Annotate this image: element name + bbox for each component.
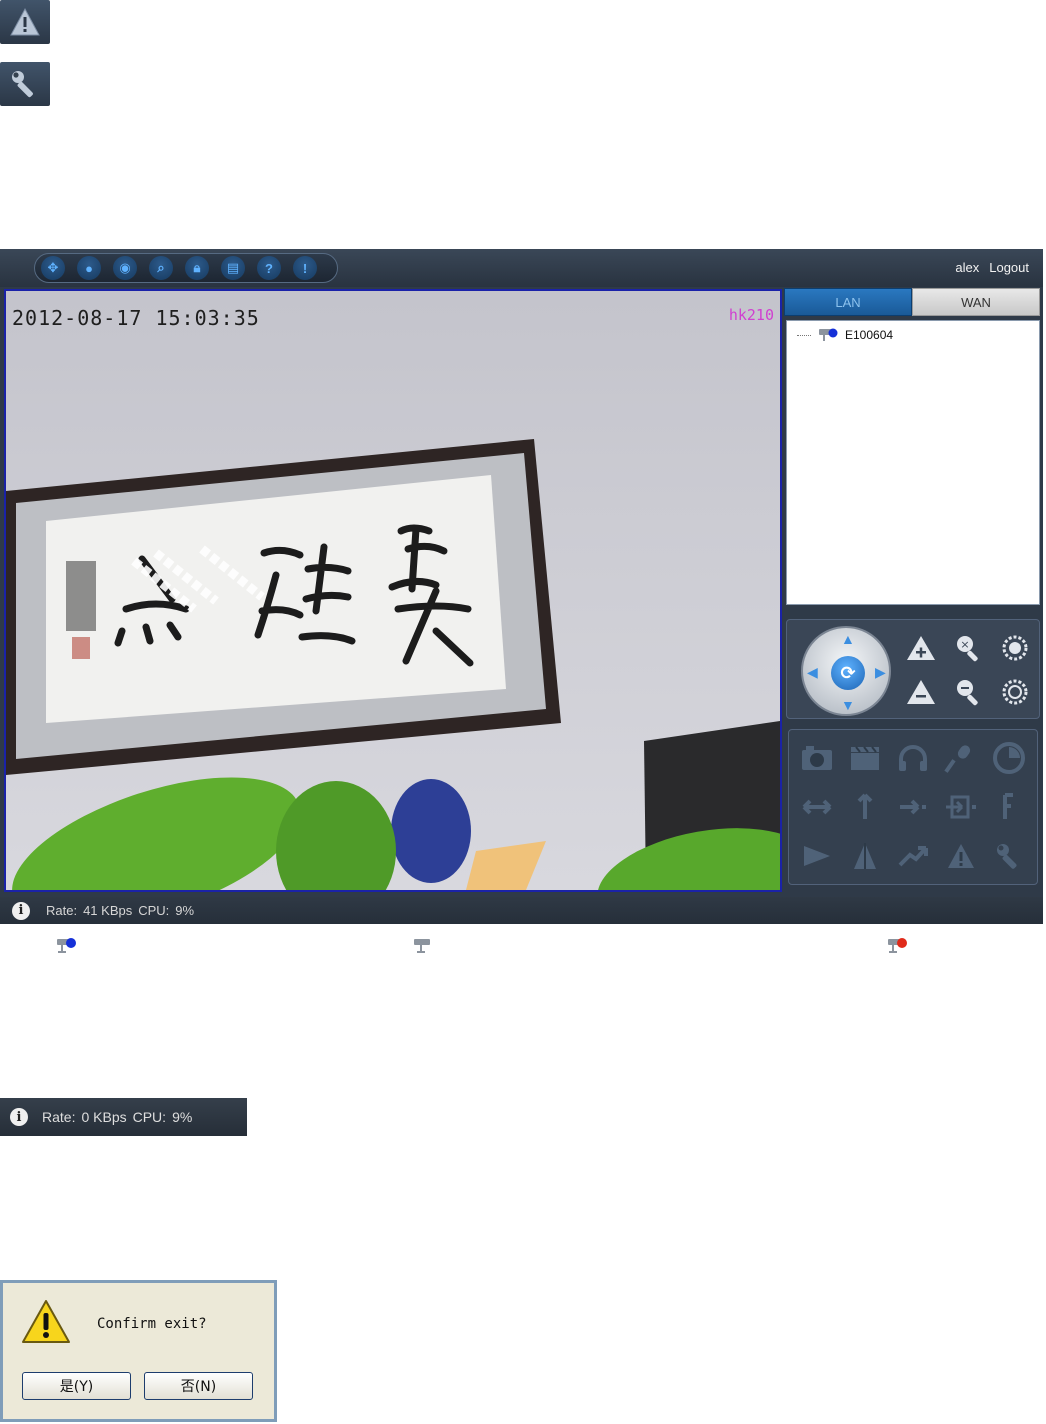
- storage-icon[interactable]: ▤: [221, 256, 245, 280]
- warning-icon: [10, 7, 40, 36]
- viewer-window: ✥ ● ◉ ⌕ 🔒︎ ▤ ? ! alex Logout 2012-08-17 …: [0, 249, 1043, 924]
- sun-filled-icon: [1002, 635, 1028, 661]
- top-toolbar: ✥ ● ◉ ⌕ 🔒︎ ▤ ? ! alex Logout: [0, 249, 1043, 287]
- cpu-label: CPU:: [138, 903, 170, 918]
- device-item[interactable]: E100604: [797, 326, 893, 344]
- rate-value: 0 KBps: [81, 1109, 127, 1125]
- headphones-icon[interactable]: [889, 734, 937, 783]
- tab-lan[interactable]: LAN: [784, 288, 912, 316]
- wrench-icon: [12, 71, 33, 98]
- status-bar-idle: i Rate: 0 KBps CPU: 9%: [0, 1098, 247, 1136]
- horizontal-scan-icon[interactable]: [793, 783, 841, 832]
- ptz-dial: ▲ ▼ ◀ ▶ ⟳: [801, 626, 891, 716]
- camera-icon[interactable]: [793, 734, 841, 783]
- settings-wrench-icon[interactable]: [985, 831, 1033, 880]
- ptz-down-icon[interactable]: ▼: [841, 698, 855, 712]
- focus-minus-button[interactable]: [903, 674, 939, 710]
- confirm-exit-dialog: Confirm exit? 是(Y) 否(N): [0, 1280, 277, 1422]
- cpu-value: 9%: [172, 1109, 193, 1125]
- fullscreen-icon[interactable]: ✥: [41, 256, 65, 280]
- brightness-plus-button[interactable]: [997, 630, 1033, 666]
- video-view[interactable]: 2012-08-17 15:03:35 hk210: [4, 289, 782, 892]
- rate-label: Rate:: [42, 1109, 76, 1125]
- about-icon[interactable]: !: [293, 256, 317, 280]
- network-tabs: LAN WAN: [784, 288, 1040, 316]
- ptz-up-icon[interactable]: ▲: [841, 632, 855, 646]
- ptz-control: ▲ ▼ ◀ ▶ ⟳ ×: [786, 619, 1040, 719]
- camera-offline-icon: [414, 939, 430, 953]
- ptz-right-icon[interactable]: ▶: [875, 665, 886, 679]
- dialog-message: Confirm exit?: [97, 1316, 207, 1332]
- toolbar-buttons: ✥ ● ◉ ⌕ 🔒︎ ▤ ? !: [34, 253, 338, 283]
- yes-button[interactable]: 是(Y): [22, 1372, 131, 1400]
- warning-icon: [22, 1300, 70, 1343]
- zoom-in-button[interactable]: ×: [951, 630, 987, 666]
- zoom-out-button[interactable]: [951, 674, 987, 710]
- lock-icon[interactable]: 🔒︎: [185, 256, 209, 280]
- zoom-out-icon: [957, 680, 978, 706]
- brightness-minus-button[interactable]: [997, 674, 1033, 710]
- timer-icon[interactable]: [985, 734, 1033, 783]
- auto-rotate-icon[interactable]: ⟳: [831, 656, 865, 690]
- info-icon[interactable]: i: [10, 1108, 28, 1126]
- trend-icon[interactable]: [889, 831, 937, 880]
- cpu-value: 9%: [175, 903, 195, 918]
- video-device-label: hk210: [728, 306, 774, 324]
- triangle-plus-icon: [907, 636, 935, 660]
- cpu-label: CPU:: [132, 1109, 167, 1125]
- camera-online-icon: [819, 328, 838, 341]
- triangle-minus-icon: [907, 680, 935, 704]
- flip-icon[interactable]: [793, 831, 841, 880]
- function-buttons: [788, 729, 1038, 885]
- video-clip-icon[interactable]: [841, 734, 889, 783]
- status-bar: i Rate: 41 KBps CPU: 9%: [0, 897, 1043, 924]
- device-list: E100604: [786, 320, 1040, 605]
- no-button[interactable]: 否(N): [144, 1372, 253, 1400]
- microphone-icon[interactable]: [937, 734, 985, 783]
- preset-clear-icon[interactable]: [985, 783, 1033, 832]
- device-name: E100604: [845, 328, 894, 342]
- ptz-left-icon[interactable]: ◀: [807, 665, 818, 679]
- video-timestamp: 2012-08-17 15:03:35: [12, 306, 260, 330]
- settings-icon-tile: [0, 62, 50, 106]
- tab-wan[interactable]: WAN: [912, 288, 1040, 316]
- camera-feed-image: [6, 291, 780, 890]
- mirror-icon[interactable]: [841, 831, 889, 880]
- preset-set-icon[interactable]: [937, 783, 985, 832]
- vertical-scan-icon[interactable]: [841, 783, 889, 832]
- help-icon[interactable]: ?: [257, 256, 281, 280]
- sun-outline-icon: [1002, 679, 1028, 705]
- rate-value: 41 KBps: [83, 903, 133, 918]
- rate-label: Rate:: [46, 903, 78, 918]
- record-icon[interactable]: ●: [77, 256, 101, 280]
- info-icon[interactable]: i: [12, 901, 30, 920]
- logout-link[interactable]: Logout: [989, 260, 1029, 275]
- camera-alarm-icon: [888, 938, 907, 953]
- zoom-in-icon: ×: [957, 636, 978, 662]
- camera-online-icon: [57, 938, 76, 953]
- focus-plus-button[interactable]: [903, 630, 939, 666]
- preset-call-icon[interactable]: [889, 783, 937, 832]
- tree-line: [797, 334, 811, 336]
- search-icon[interactable]: ⌕: [149, 256, 173, 280]
- snapshot-icon[interactable]: ◉: [113, 256, 137, 280]
- username: alex: [955, 260, 980, 275]
- svg-text:×: ×: [960, 638, 969, 651]
- alarm-icon[interactable]: [937, 831, 985, 880]
- warning-icon-tile: [0, 0, 50, 44]
